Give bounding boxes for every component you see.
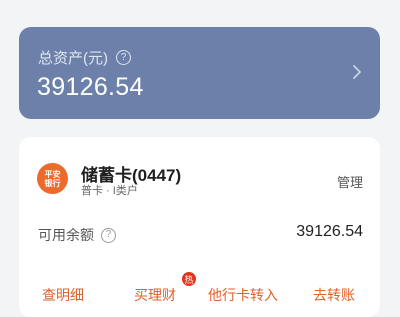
go-transfer-button[interactable]: 去转账: [313, 285, 355, 305]
total-assets-label: 总资产(元): [38, 50, 108, 67]
available-balance-value: 39126.54: [296, 223, 363, 240]
total-assets-amount: 39126.54: [37, 73, 144, 101]
hot-badge: 热: [182, 272, 196, 286]
action-label: 他行卡转入: [208, 287, 278, 303]
quick-actions: 查明细 买理财 热 他行卡转入 去转账: [19, 272, 380, 315]
chevron-right-icon[interactable]: [352, 65, 362, 79]
balance-label-row: 可用余额 ?: [38, 225, 116, 245]
action-label: 查明细: [42, 287, 84, 303]
total-assets-label-row: 总资产(元) ?: [38, 47, 131, 68]
bank-logo-text: 平安银行: [44, 169, 61, 188]
total-assets-card[interactable]: 总资产(元) ? 39126.54: [19, 27, 380, 119]
card-type: 普卡 · I类户: [81, 185, 138, 197]
action-label: 买理财: [134, 287, 176, 303]
help-icon[interactable]: ?: [101, 227, 116, 243]
help-icon[interactable]: ?: [116, 50, 131, 65]
transfer-in-button[interactable]: 他行卡转入: [208, 285, 278, 305]
action-label: 去转账: [313, 287, 355, 303]
debit-card-panel: 平安银行 储蓄卡(0447) 普卡 · I类户 管理 可用余额 ? 39126.…: [19, 137, 380, 317]
bank-logo: 平安银行: [37, 163, 68, 194]
available-balance-label: 可用余额: [38, 227, 94, 243]
buy-wealth-button[interactable]: 买理财 热: [134, 272, 196, 305]
manage-button[interactable]: 管理: [337, 172, 363, 191]
view-details-button[interactable]: 查明细: [42, 285, 84, 305]
